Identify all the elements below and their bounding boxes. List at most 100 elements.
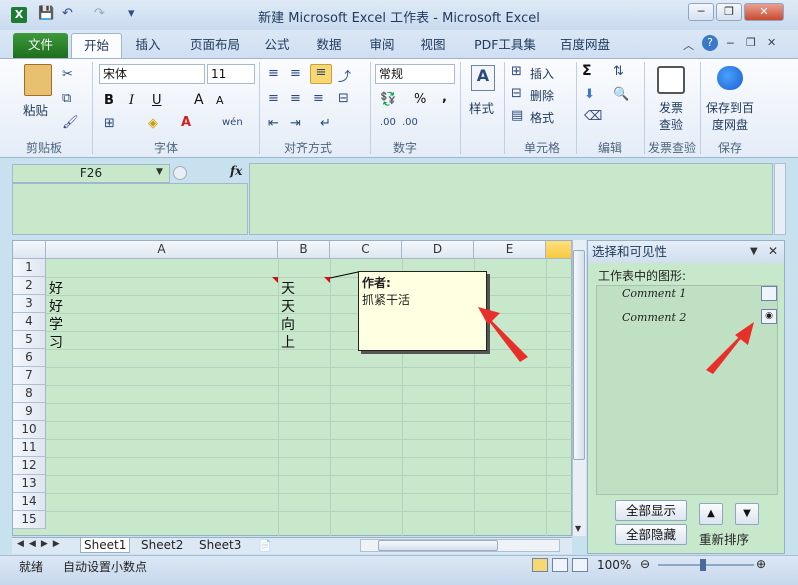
fill-color-icon[interactable]: ◈ xyxy=(148,116,158,131)
shrink-font-button[interactable]: A xyxy=(216,94,224,107)
zoom-slider-thumb[interactable] xyxy=(700,559,706,571)
align-right-icon[interactable]: ≡ xyxy=(313,91,324,106)
close-button[interactable]: ✕ xyxy=(744,3,784,21)
insert-cells-icon[interactable]: ⊞ xyxy=(511,64,522,79)
align-left-icon[interactable]: ≡ xyxy=(268,91,279,106)
font-color-icon[interactable]: A xyxy=(181,115,191,130)
show-all-button[interactable]: 全部显示 xyxy=(615,500,687,521)
cell-a4[interactable]: 学 xyxy=(49,314,63,334)
tab-view[interactable]: 视图 xyxy=(413,33,453,58)
row-header[interactable]: 4 xyxy=(13,313,46,331)
format-button[interactable]: 格式 xyxy=(530,109,554,126)
insert-button[interactable]: 插入 xyxy=(530,65,554,82)
align-center-icon[interactable]: ≡ xyxy=(290,91,301,106)
fill-icon[interactable]: ⬇ xyxy=(584,87,595,102)
row-header[interactable]: 9 xyxy=(13,403,46,421)
tab-page-layout[interactable]: 页面布局 xyxy=(183,33,247,58)
align-bottom-icon[interactable]: ≡ xyxy=(310,64,332,84)
cell-a2[interactable]: 好 xyxy=(49,278,63,298)
row-header[interactable]: 6 xyxy=(13,349,46,367)
doc-minimize-icon[interactable]: ─ xyxy=(727,37,734,50)
zoom-in-icon[interactable]: ⊕ xyxy=(756,557,766,571)
doc-close-icon[interactable]: ✕ xyxy=(767,36,776,49)
autosum-button[interactable]: Σ xyxy=(582,63,592,79)
zoom-level[interactable]: 100% xyxy=(597,558,631,572)
sort-filter-icon[interactable]: ⇅ xyxy=(613,64,624,79)
number-format-select[interactable]: 常规 xyxy=(375,64,455,84)
save-baidu-label-2[interactable]: 度网盘 xyxy=(712,116,748,133)
row-header[interactable]: 8 xyxy=(13,385,46,403)
tab-home[interactable]: 开始 xyxy=(71,33,122,58)
merge-center-icon[interactable]: ⊟ xyxy=(338,91,349,106)
restore-button[interactable]: ❐ xyxy=(716,3,742,21)
invoice-check-label-1[interactable]: 发票 xyxy=(659,99,683,116)
name-box-dropdown-icon[interactable]: ▼ xyxy=(156,167,163,177)
scroll-down-icon[interactable]: ▼ xyxy=(575,524,581,533)
phonetic-icon[interactable]: wén xyxy=(222,117,243,128)
clear-icon[interactable]: ⌫ xyxy=(584,109,602,124)
column-header-f[interactable] xyxy=(546,241,572,259)
tab-file[interactable]: 文件 xyxy=(13,33,68,58)
font-name-select[interactable]: 宋体 xyxy=(99,64,205,84)
sheet-nav-icon[interactable]: ◀◀▶▶ xyxy=(17,539,65,549)
sheet-tab-3[interactable]: Sheet3 xyxy=(196,538,244,553)
ribbon-collapse-icon[interactable]: ︿ xyxy=(683,37,694,53)
column-header-a[interactable]: A xyxy=(46,241,278,259)
currency-icon[interactable]: 💱 xyxy=(380,92,396,107)
hide-all-button[interactable]: 全部隐藏 xyxy=(615,524,687,545)
doc-restore-icon[interactable]: ❐ xyxy=(746,36,756,49)
pane-dropdown-icon[interactable]: ▼ xyxy=(750,246,758,257)
tab-pdf-tools[interactable]: PDF工具集 xyxy=(466,33,544,58)
format-cells-icon[interactable]: ▤ xyxy=(511,108,523,123)
cell-b3[interactable]: 天 xyxy=(281,296,295,316)
delete-cells-icon[interactable]: ⊟ xyxy=(511,86,522,101)
increase-indent-icon[interactable]: ⇥ xyxy=(290,116,301,131)
shape-item-comment-1[interactable]: Comment 1 xyxy=(622,287,686,300)
row-header[interactable]: 12 xyxy=(13,457,46,475)
decrease-indent-icon[interactable]: ⇤ xyxy=(268,116,279,131)
visibility-toggle-eye-icon[interactable]: ◉ xyxy=(761,309,777,324)
decrease-decimal-icon[interactable]: .00 xyxy=(402,117,418,128)
increase-decimal-icon[interactable]: .00 xyxy=(380,117,396,128)
normal-view-icon[interactable] xyxy=(532,558,548,572)
insert-function-icon[interactable]: fx xyxy=(230,164,242,178)
formula-scrollbar[interactable] xyxy=(774,163,786,235)
bold-button[interactable]: B xyxy=(104,93,114,108)
formula-input[interactable] xyxy=(249,163,773,235)
tab-formulas[interactable]: 公式 xyxy=(258,33,296,58)
formula-cancel-icon[interactable] xyxy=(173,166,187,180)
grow-font-button[interactable]: A xyxy=(194,92,204,108)
sheet-tab-2[interactable]: Sheet2 xyxy=(138,538,186,553)
format-painter-icon[interactable]: 🖌 xyxy=(62,115,79,130)
row-header[interactable]: 11 xyxy=(13,439,46,457)
copy-icon[interactable]: ⧉ xyxy=(62,91,71,106)
help-icon[interactable]: ? xyxy=(702,35,718,51)
shape-item-comment-2[interactable]: Comment 2 xyxy=(622,311,686,324)
row-header[interactable]: 3 xyxy=(13,295,46,313)
pane-close-icon[interactable]: ✕ xyxy=(768,244,778,258)
styles-icon[interactable]: A xyxy=(471,65,495,91)
row-header[interactable]: 10 xyxy=(13,421,46,439)
name-box[interactable]: F26 xyxy=(12,164,170,183)
zoom-slider[interactable] xyxy=(658,564,754,566)
align-middle-icon[interactable]: ≡ xyxy=(290,66,301,81)
insert-sheet-icon[interactable]: 📄 xyxy=(258,539,272,552)
invoice-check-icon[interactable] xyxy=(657,66,685,94)
border-icon[interactable]: ⊞ xyxy=(104,116,115,131)
row-header[interactable]: 5 xyxy=(13,331,46,349)
cut-icon[interactable]: ✂ xyxy=(62,67,73,82)
italic-button[interactable]: I xyxy=(129,93,134,108)
invoice-check-label-2[interactable]: 查验 xyxy=(659,116,683,133)
underline-button[interactable]: U xyxy=(152,93,162,108)
align-top-icon[interactable]: ≡ xyxy=(268,66,279,81)
tab-insert[interactable]: 插入 xyxy=(128,33,168,58)
send-backward-icon[interactable]: ▼ xyxy=(735,503,759,525)
cell-b2[interactable]: 天 xyxy=(281,278,295,298)
row-header[interactable]: 13 xyxy=(13,475,46,493)
cell-b5[interactable]: 上 xyxy=(281,332,295,352)
wrap-text-icon[interactable]: ↵ xyxy=(320,116,331,131)
row-header[interactable]: 15 xyxy=(13,511,46,529)
column-header-d[interactable]: D xyxy=(402,241,474,259)
paste-button[interactable]: 粘贴 xyxy=(23,100,48,119)
delete-button[interactable]: 删除 xyxy=(530,87,554,104)
